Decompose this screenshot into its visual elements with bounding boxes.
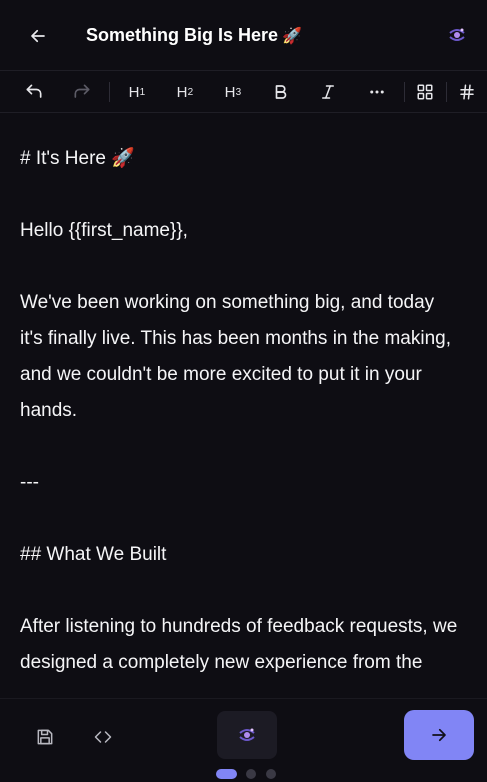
h3-sub: 3 [235, 86, 242, 98]
editor-line: ## What We Built [20, 544, 167, 565]
more-options-button[interactable] [361, 71, 393, 113]
editor-line: We've been working on something big, and… [20, 292, 435, 313]
editor-line-blank [20, 429, 467, 465]
editor-line-blank [20, 249, 467, 285]
hashtag-button[interactable] [451, 71, 483, 113]
editor-line: # It's Here 🚀 [20, 148, 135, 169]
editor-line: and we couldn't be more excited to put i… [20, 364, 422, 385]
formatting-toolbar: H1 H2 H3 [0, 70, 487, 113]
heading-1-button[interactable]: H1 [121, 71, 153, 113]
page-title-text: Something Big Is Here [86, 25, 279, 45]
toolbar-divider [446, 82, 447, 102]
bottom-bar [0, 698, 487, 782]
page-dot[interactable] [246, 769, 256, 779]
arrow-right-icon [432, 728, 446, 742]
editor-line: --- [20, 472, 39, 493]
hash-icon [460, 84, 474, 100]
ai-assistant-button[interactable] [217, 711, 277, 759]
page-dot[interactable] [266, 769, 276, 779]
app-root: Something Big Is Here 🚀 H1 H 2 H 3 # It'… [0, 0, 487, 782]
back-button[interactable] [24, 22, 52, 50]
italic-button[interactable] [312, 71, 344, 113]
h2-label: H [176, 83, 188, 101]
toolbar-divider [404, 82, 405, 102]
editor-line: After listening to hundreds of feedback … [20, 616, 458, 637]
editor-line-blank [20, 177, 467, 213]
toolbar-divider [109, 82, 110, 102]
heading-3-button[interactable]: H3 [217, 71, 249, 113]
arrow-left-icon [31, 29, 45, 43]
italic-icon [322, 85, 334, 99]
blocks-button[interactable] [409, 71, 441, 113]
galaxy-logo-icon [449, 28, 465, 41]
editor-line: it's finally live. This has been months … [20, 328, 451, 349]
galaxy-logo-icon [239, 728, 255, 741]
grid-icon [417, 84, 433, 100]
page-title: Something Big Is Here 🚀 [86, 25, 302, 46]
app-logo-button[interactable] [444, 22, 470, 48]
editor-line: Hello {{first_name}}, [20, 220, 188, 241]
h2-sub: 2 [187, 86, 194, 98]
next-button[interactable] [404, 710, 474, 760]
markdown-editor[interactable]: # It's Here 🚀 Hello {{first_name}}, We'v… [0, 113, 487, 698]
code-icon [94, 731, 112, 743]
bold-icon [275, 85, 287, 99]
h1-sub: 1 [139, 86, 146, 98]
h3-label: H [224, 83, 236, 101]
heading-2-button[interactable]: H2 [169, 71, 201, 113]
header: Something Big Is Here 🚀 [0, 0, 487, 70]
save-button[interactable] [29, 721, 61, 753]
editor-line: designed a completely new experience fro… [20, 652, 423, 673]
redo-icon [74, 84, 90, 98]
save-icon [37, 729, 53, 745]
bold-button[interactable] [265, 71, 297, 113]
editor-line: hands. [20, 400, 78, 421]
more-horizontal-icon [370, 90, 384, 94]
code-view-button[interactable] [87, 721, 119, 753]
page-dot-active[interactable] [216, 769, 237, 779]
undo-icon [26, 84, 42, 98]
redo-button[interactable] [66, 71, 98, 113]
editor-line-blank [20, 501, 467, 537]
undo-button[interactable] [18, 71, 50, 113]
h1-label: H [128, 83, 140, 101]
rocket-emoji: 🚀 [282, 28, 302, 45]
editor-line-blank [20, 573, 467, 609]
